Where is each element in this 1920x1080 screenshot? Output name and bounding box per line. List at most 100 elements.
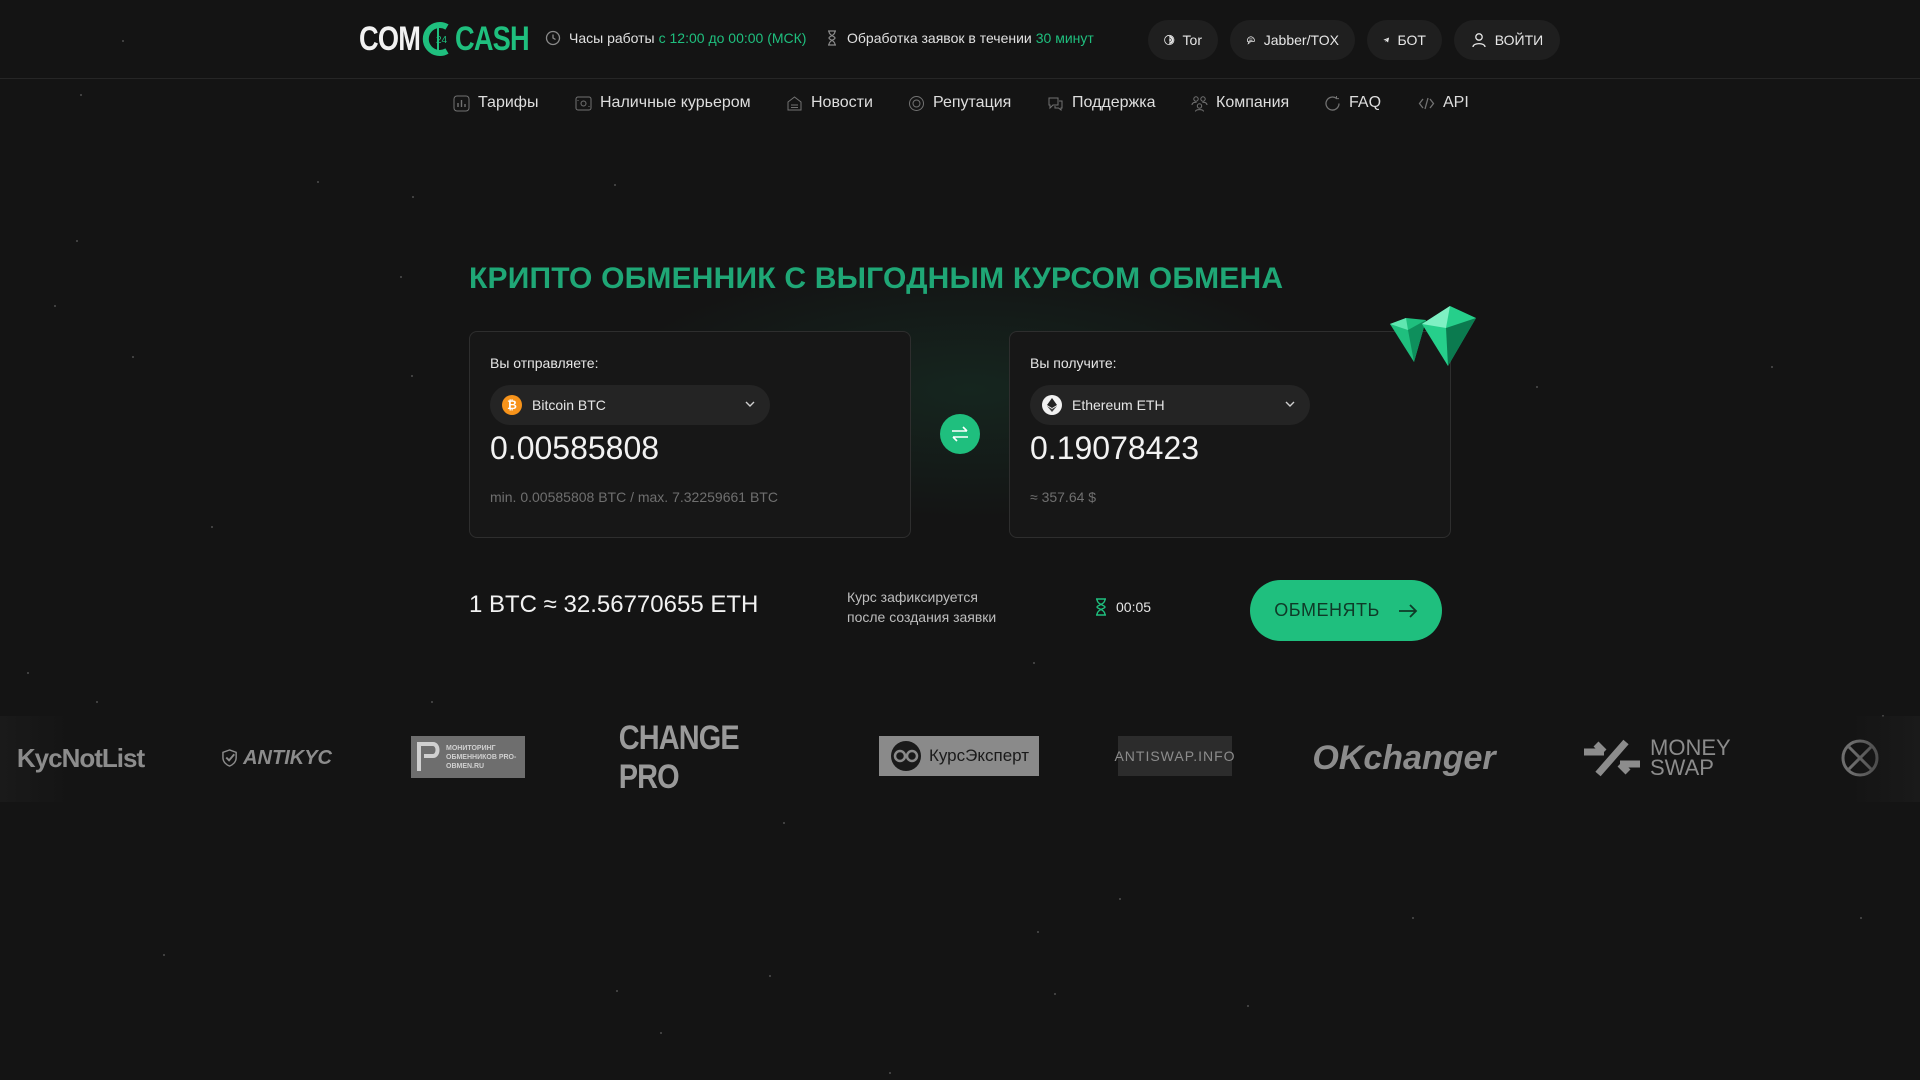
- telegram-icon: [1383, 37, 1390, 43]
- jabber-button[interactable]: Jabber/TOX: [1230, 20, 1355, 60]
- hourglass-icon: [828, 30, 836, 46]
- receive-label: Вы получите:: [1030, 355, 1117, 371]
- chart-icon: [453, 95, 470, 111]
- login-button[interactable]: ВОЙТИ: [1454, 20, 1560, 60]
- send-limits: min. 0.00585808 BTC / max. 7.32259661 BT…: [490, 489, 778, 505]
- nav-label: FAQ: [1349, 94, 1382, 111]
- svg-text:24: 24: [436, 35, 448, 46]
- rate-timer: 00:05: [1094, 598, 1151, 616]
- exchange-rate: 1 BTC ≈ 32.56770655 ETH: [469, 591, 759, 618]
- partner-label: MONEY SWAP: [1650, 735, 1731, 780]
- moneyswap-logo-icon: [1584, 739, 1640, 777]
- partner-antikyc[interactable]: ANTIKYC: [222, 736, 332, 780]
- refresh-icon: [1325, 95, 1340, 111]
- partners-fade-right: [1850, 716, 1920, 802]
- partner-label: МОНИТОРИНГ ОБМЕННИКОВ PRO-OBMEN.RU: [446, 744, 517, 770]
- receive-currency-select[interactable]: Ethereum ETH: [1030, 385, 1310, 425]
- tor-icon: [1164, 34, 1175, 46]
- nav-label: Компания: [1216, 94, 1290, 111]
- user-icon: [1472, 33, 1486, 48]
- partner-label: ANTISWAP.INFO: [1114, 748, 1236, 764]
- jabber-icon: [1247, 36, 1255, 45]
- tor-button[interactable]: Tor: [1148, 20, 1218, 60]
- partner-kursexpert[interactable]: КурсЭксперт: [879, 736, 1039, 776]
- send-label: Вы отправляете:: [490, 355, 599, 371]
- nav-item-company[interactable]: Компания: [1191, 94, 1289, 112]
- pro-obmen-logo-icon: [417, 742, 440, 771]
- nav-label: API: [1443, 94, 1469, 111]
- partner-label: ANTIKYC: [243, 746, 332, 769]
- partner-pro-obmen[interactable]: МОНИТОРИНГ ОБМЕННИКОВ PRO-OBMEN.RU: [411, 736, 525, 778]
- partner-change-pro[interactable]: CHANGE PRO: [604, 719, 800, 796]
- receive-usd-estimate: ≈ 357.64 $: [1030, 489, 1097, 505]
- login-label: ВОЙТИ: [1494, 32, 1544, 48]
- arrow-right-icon: [1398, 603, 1418, 618]
- nav-label: Наличные курьером: [600, 94, 751, 111]
- chat-icon: [1048, 97, 1063, 111]
- badge-icon: [909, 95, 924, 111]
- nav-label: Поддержка: [1072, 94, 1156, 111]
- hourglass-icon: [1096, 598, 1106, 616]
- ethereum-icon: [1042, 395, 1062, 415]
- swap-arrows-icon: [952, 426, 968, 442]
- site-header: COM 24 CASH Часы работы с 12:00 до 00:00…: [0, 0, 1920, 79]
- main-nav: Тарифы Наличные курьером Новости Репутац…: [0, 94, 1920, 118]
- team-icon: [1191, 95, 1208, 112]
- kursexpert-logo-icon: [890, 741, 921, 771]
- nav-label: Тарифы: [478, 94, 539, 111]
- chevron-down-icon: [1285, 401, 1295, 407]
- partner-okchanger[interactable]: OKchanger: [1311, 736, 1497, 780]
- send-currency-select[interactable]: ₿ Bitcoin BTC: [490, 385, 770, 425]
- receive-currency-label: Ethereum ETH: [1072, 397, 1165, 413]
- emerald-gems-icon: [1390, 306, 1476, 366]
- nav-item-courier-cash[interactable]: Наличные курьером: [575, 94, 751, 112]
- processing-value: 30 минут: [1035, 30, 1094, 46]
- rate-fixed-line1: Курс зафиксируется: [847, 589, 978, 605]
- receive-amount-input[interactable]: [1030, 430, 1430, 467]
- partner-kycnotlist[interactable]: KycNotList: [16, 736, 145, 780]
- chevron-down-icon: [745, 401, 755, 407]
- receive-card: Вы получите: Ethereum ETH ≈ 357.64 $: [1009, 331, 1451, 538]
- partner-moneyswap[interactable]: MONEY SWAP: [1581, 736, 1761, 780]
- nav-item-api[interactable]: API: [1418, 94, 1469, 112]
- bot-label: БОТ: [1397, 32, 1426, 48]
- star-background: [0, 0, 1920, 1080]
- nav-item-support[interactable]: Поддержка: [1047, 94, 1155, 112]
- rate-fixed-line2: после создания заявки: [847, 609, 997, 625]
- jabber-label: Jabber/TOX: [1263, 32, 1339, 48]
- processing-time: Обработка заявок в течении 30 минут: [825, 30, 1094, 46]
- partner-label: OKchanger: [1312, 738, 1496, 777]
- partner-antiswap[interactable]: ANTISWAP.INFO: [1114, 736, 1235, 776]
- logo[interactable]: COM 24 CASH: [359, 18, 548, 60]
- tor-label: Tor: [1182, 32, 1202, 48]
- partners-strip: KycNotList ANTIKYC МОНИТОРИНГ ОБМЕННИКОВ…: [0, 716, 1920, 802]
- nav-label: Новости: [811, 94, 873, 111]
- exchange-button[interactable]: ОБМЕНЯТЬ: [1250, 580, 1442, 641]
- nav-item-tariffs[interactable]: Тарифы: [453, 94, 538, 112]
- working-hours-label: Часы работы: [569, 30, 655, 46]
- shield-check-icon: [222, 749, 237, 767]
- rate-fixed-note: Курс зафиксируется после создания заявки: [847, 587, 1017, 627]
- timer-value: 00:05: [1116, 599, 1152, 615]
- news-icon: [787, 95, 802, 110]
- nav-item-news[interactable]: Новости: [786, 94, 873, 112]
- working-hours-value: с 12:00 до 00:00 (МСК): [658, 30, 807, 46]
- nav-item-reputation[interactable]: Репутация: [908, 94, 1011, 112]
- partner-label: CHANGE PRO: [618, 719, 740, 796]
- bot-button[interactable]: БОТ: [1367, 20, 1442, 60]
- exchange-button-label: ОБМЕНЯТЬ: [1274, 600, 1380, 620]
- swap-direction-button[interactable]: [940, 414, 980, 454]
- processing-label: Обработка заявок в течении: [847, 30, 1032, 46]
- cash-icon: [575, 96, 592, 110]
- nav-item-faq[interactable]: FAQ: [1324, 94, 1381, 112]
- partner-label: KycNotList: [16, 742, 145, 773]
- send-amount-input[interactable]: [490, 430, 890, 467]
- logo-text-right: CASH: [455, 19, 530, 58]
- working-hours: Часы работы с 12:00 до 00:00 (МСК): [545, 30, 806, 46]
- bitcoin-icon: ₿: [502, 395, 522, 415]
- send-card: Вы отправляете: ₿ Bitcoin BTC min. 0.005…: [469, 331, 911, 538]
- send-currency-label: Bitcoin BTC: [532, 397, 606, 413]
- logo-text-left: COM: [359, 19, 421, 58]
- clock-icon: [545, 30, 561, 46]
- page-title: КРИПТО ОБМЕННИК С ВЫГОДНЫМ КУРСОМ ОБМЕНА: [469, 262, 1284, 295]
